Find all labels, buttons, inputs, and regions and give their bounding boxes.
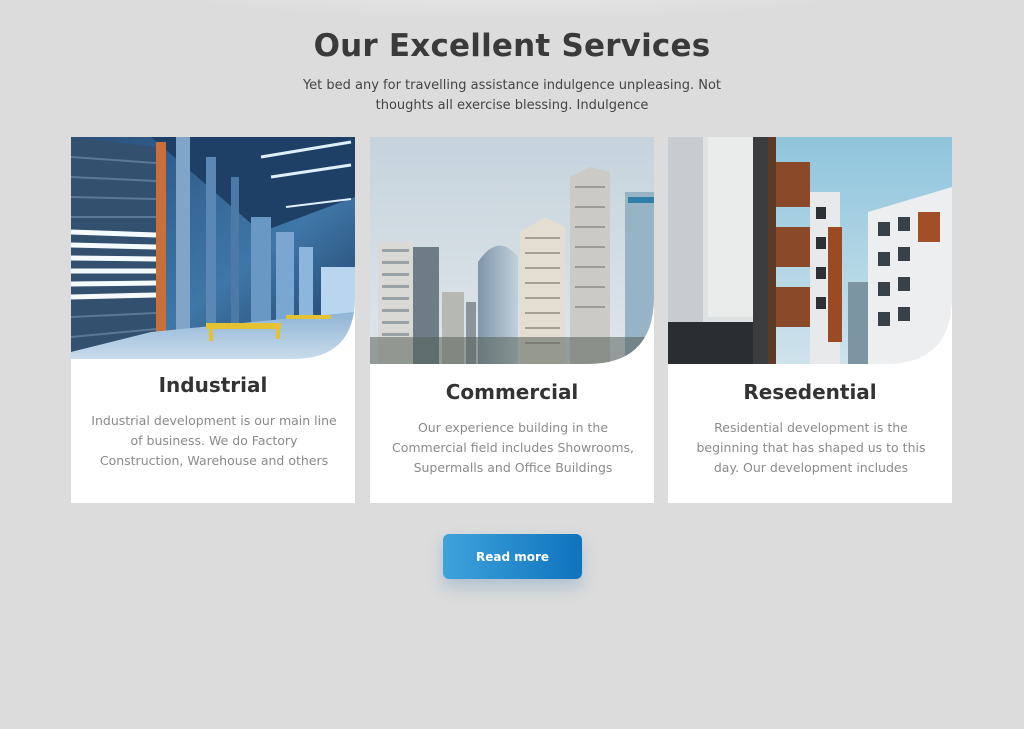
section-subtitle: Yet bed any for travelling assistance in…: [302, 78, 722, 113]
card-description: Industrial development is our main line …: [91, 413, 337, 468]
services-grid: Industrial Industrial development is our…: [71, 137, 953, 504]
section-title: Our Excellent Services: [313, 28, 711, 64]
card-description: Our experience building in the Commercia…: [391, 420, 634, 475]
background-glow: [150, 0, 874, 20]
apartments-image: [668, 137, 952, 364]
service-card-residential[interactable]: Resedential Residential development is t…: [668, 137, 952, 503]
card-title: Commercial: [445, 380, 579, 404]
skyscrapers-image: [370, 137, 654, 364]
warehouse-image: [71, 137, 355, 359]
read-more-button[interactable]: Read more: [443, 534, 582, 579]
service-card-industrial[interactable]: Industrial Industrial development is our…: [71, 137, 355, 503]
card-title: Resedential: [743, 380, 877, 404]
service-card-commercial[interactable]: Commercial Our experience building in th…: [370, 137, 654, 503]
card-description: Residential development is the beginning…: [696, 420, 926, 475]
card-title: Industrial: [158, 373, 268, 397]
section-header: Our Excellent Services Yet bed any for t…: [0, 28, 1024, 116]
